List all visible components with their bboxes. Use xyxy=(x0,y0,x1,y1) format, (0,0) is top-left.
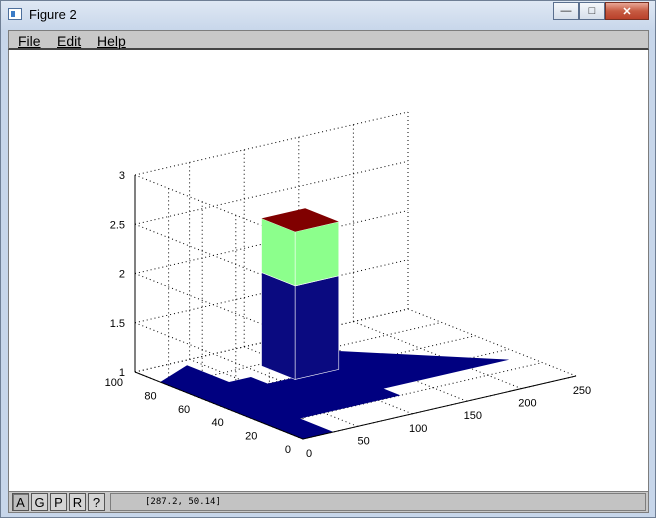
menu-file[interactable]: File xyxy=(18,33,41,49)
z-tick-label: 3 xyxy=(119,170,125,182)
x-tick-label: 0 xyxy=(306,448,312,460)
window-title: Figure 2 xyxy=(29,7,77,22)
figure-app-icon xyxy=(8,8,22,20)
x-tick-label: 50 xyxy=(357,435,369,447)
tool-button-help[interactable]: ? xyxy=(88,493,105,511)
x-tick-label: 100 xyxy=(409,423,427,435)
tool-button-r[interactable]: R xyxy=(69,493,86,511)
menu-file-label: File xyxy=(18,33,41,49)
y-tick-label: 60 xyxy=(178,404,190,416)
x-tick-label: 200 xyxy=(518,398,536,410)
pillar-left-lower xyxy=(261,272,296,380)
y-tick-label: 0 xyxy=(285,444,291,456)
tool-button-g[interactable]: G xyxy=(31,493,48,511)
z-tick-label: 2.5 xyxy=(110,219,125,231)
z-tick-label: 1.5 xyxy=(110,318,125,330)
pillar-front-lower xyxy=(294,275,340,380)
close-button[interactable]: ✕ xyxy=(605,2,649,20)
x-tick-label: 250 xyxy=(573,385,591,397)
minimize-button[interactable]: — xyxy=(553,2,579,20)
menu-edit-label: Edit xyxy=(57,33,82,49)
cursor-coordinates: [287.2, 50.14] xyxy=(110,493,646,511)
window-controls: — □ ✕ xyxy=(553,2,649,21)
surface-plot[interactable]: 05010015020025002040608010011.522.53 xyxy=(9,50,650,491)
tool-button-a[interactable]: A xyxy=(12,493,29,511)
menu-help-label: Help xyxy=(97,33,126,49)
menu-help[interactable]: Help xyxy=(97,33,126,49)
y-tick-label: 40 xyxy=(212,417,224,429)
status-bar: A G P R ? [287.2, 50.14] xyxy=(8,491,649,513)
title-bar[interactable]: Figure 2 — □ ✕ xyxy=(1,1,655,29)
pillar-front-upper xyxy=(294,221,340,287)
menu-bar: File Edit Help xyxy=(8,30,649,50)
x-tick-label: 150 xyxy=(464,410,482,422)
y-tick-label: 20 xyxy=(245,431,257,443)
z-tick-label: 2 xyxy=(119,269,125,281)
tool-button-p[interactable]: P xyxy=(50,493,67,511)
figure-window: Figure 2 — □ ✕ File Edit Help 0 50 100 150 2… xyxy=(0,0,656,518)
grid-line-z-back xyxy=(134,111,409,176)
plot-canvas[interactable]: 0 50 100 150 200 250 0 20 40 60 80 100 1 1.5 2 2.5 3 xyxy=(8,50,649,491)
z-tick-label: 1 xyxy=(119,367,125,379)
menu-edit[interactable]: Edit xyxy=(57,33,81,49)
maximize-button[interactable]: □ xyxy=(579,2,605,20)
y-tick-label: 80 xyxy=(144,390,156,402)
grid-line-z-back xyxy=(134,160,409,225)
